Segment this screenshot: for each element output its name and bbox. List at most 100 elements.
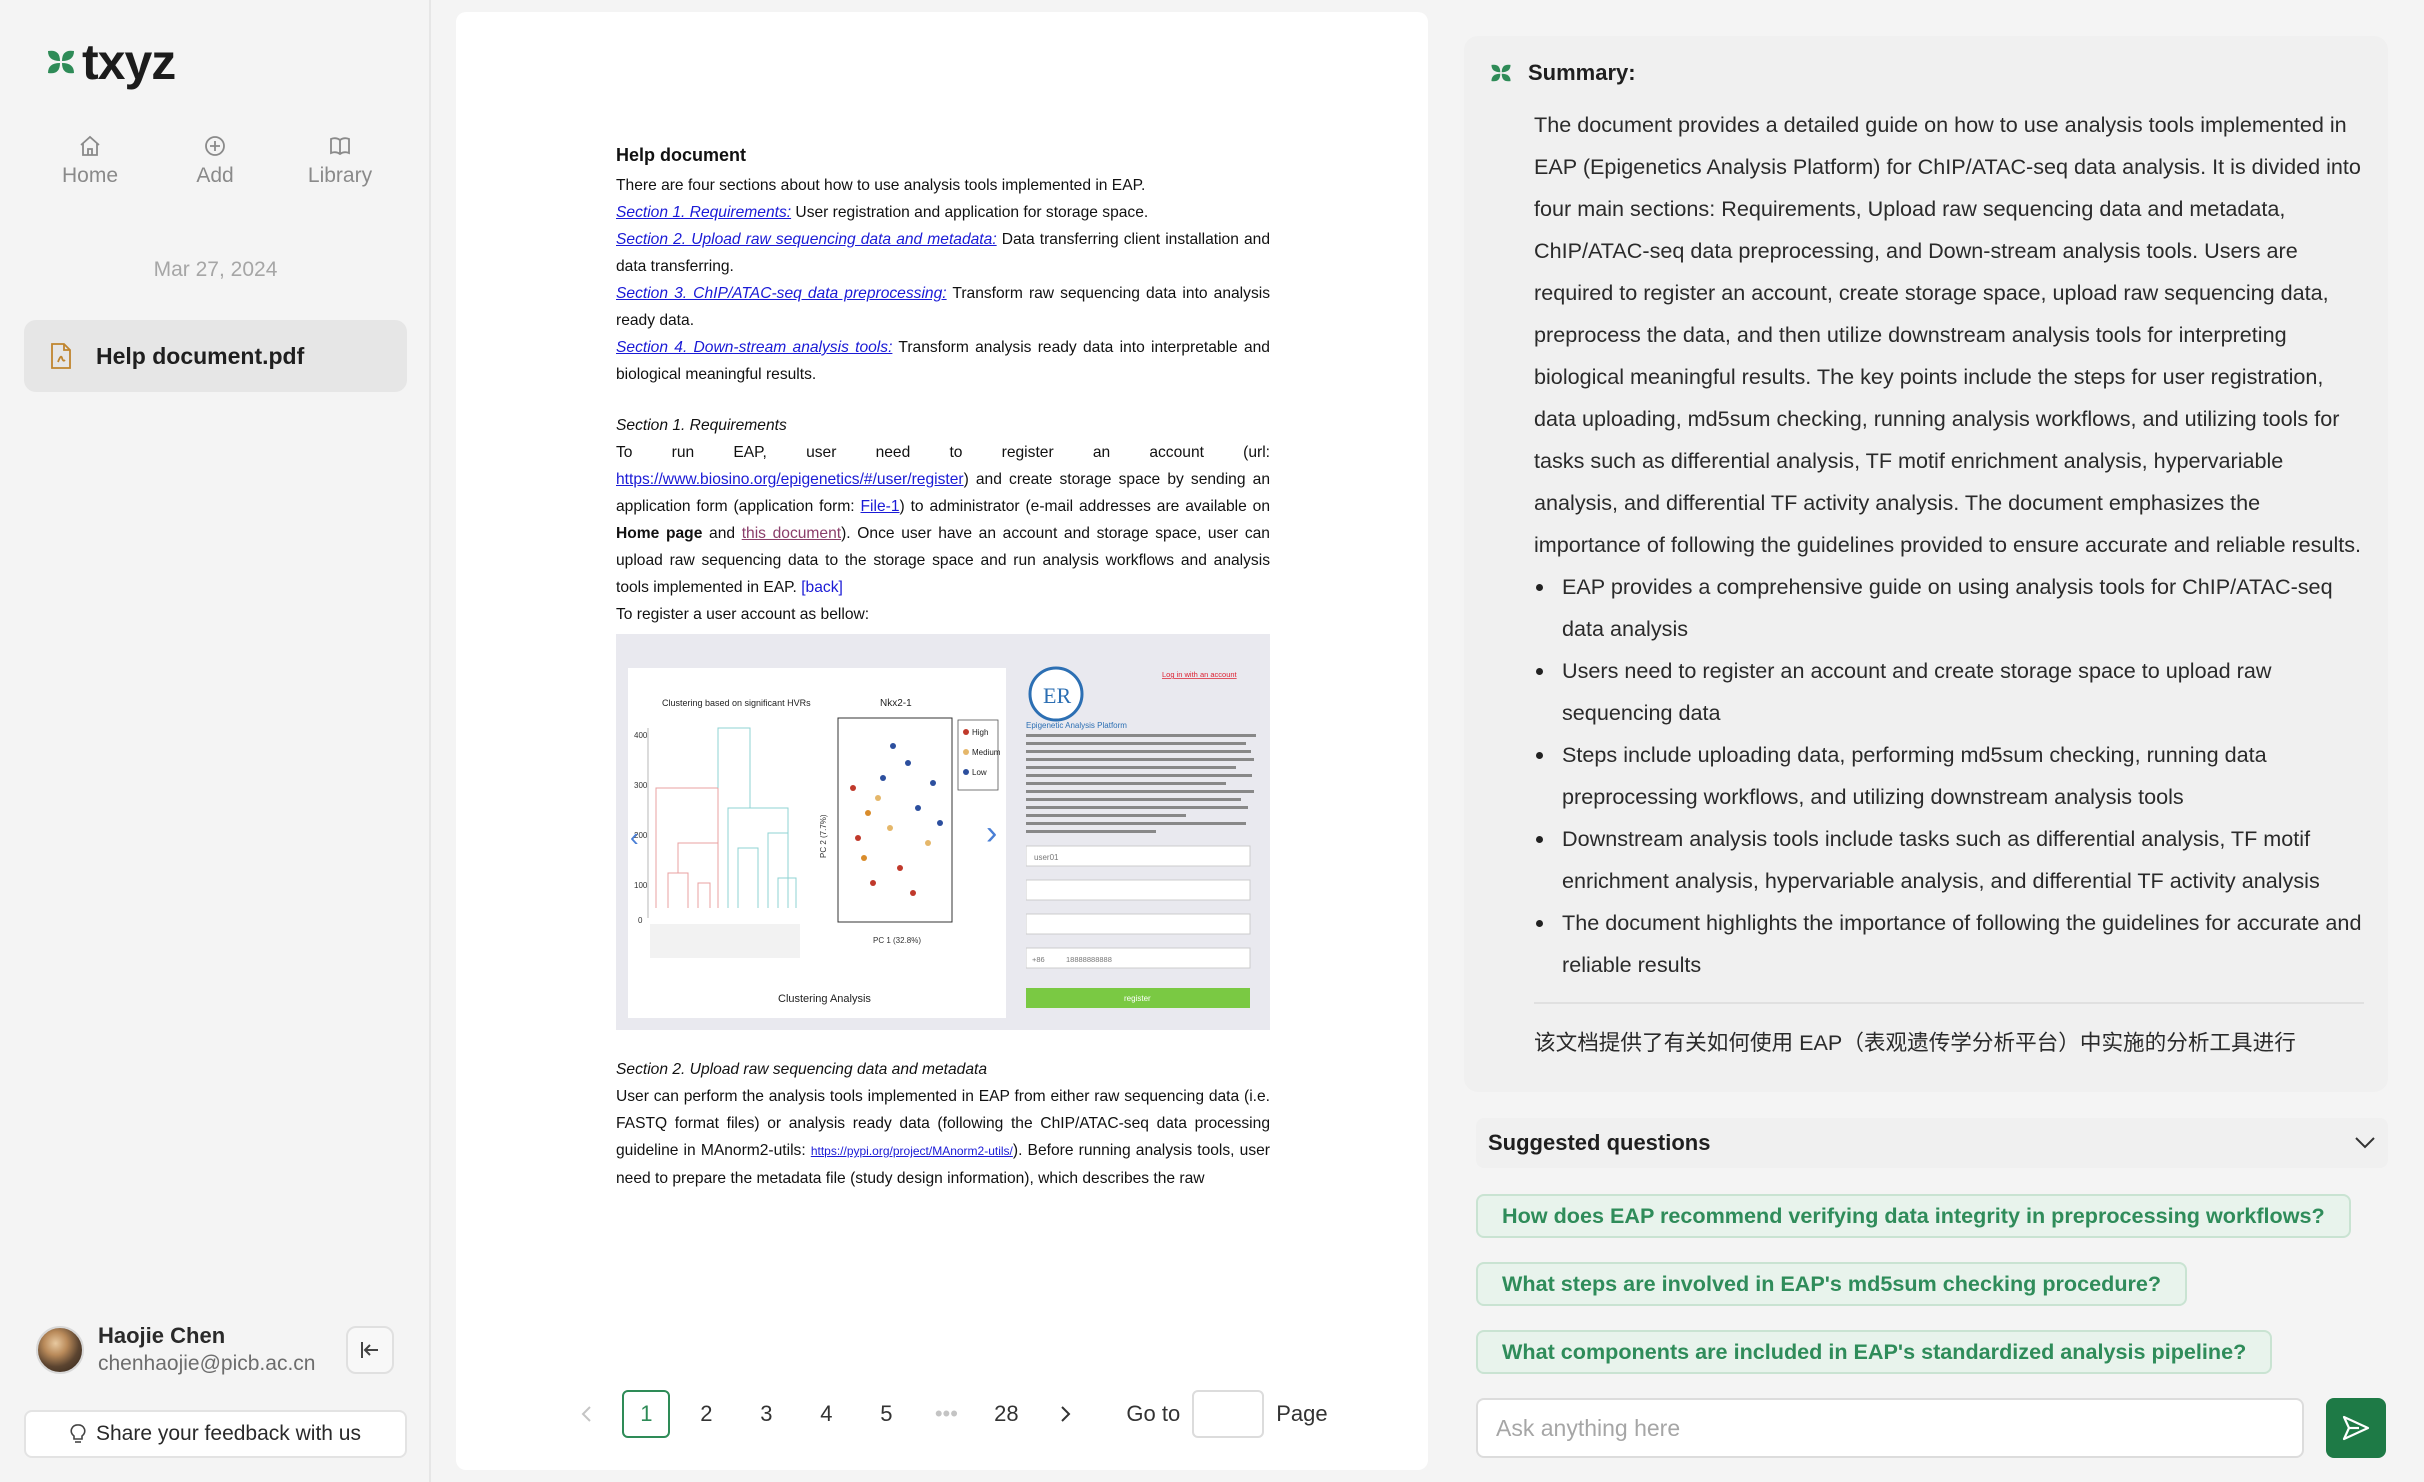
toc-link-1[interactable]: Section 1. Requirements:	[616, 204, 791, 221]
send-button[interactable]	[2326, 1398, 2386, 1458]
pagination: 1 2 3 4 5 ••• 28 Go to Page	[552, 1382, 1332, 1446]
summary-header: Summary:	[1490, 60, 1636, 86]
intro-text: There are four sections about how to use…	[616, 177, 1146, 194]
page-button-28[interactable]: 28	[976, 1390, 1036, 1438]
form-phone-prefix: +86	[1032, 955, 1045, 964]
legend-dot-medium	[963, 749, 969, 755]
feedback-button[interactable]: Share your feedback with us	[24, 1410, 407, 1458]
toc-item-3: Section 3. ChIP/ATAC-seq data preprocess…	[616, 280, 1270, 334]
app-logo[interactable]: txyz	[46, 34, 176, 90]
collapse-sidebar-button[interactable]	[346, 1326, 394, 1374]
form-username-value: user01	[1034, 853, 1059, 862]
register-instruction: To register a user account as bellow:	[616, 606, 870, 623]
book-icon	[330, 137, 350, 156]
dendrogram-red	[655, 787, 719, 908]
chevron-down-icon	[2355, 1137, 2375, 1149]
platform-description	[1026, 734, 1256, 833]
pdf-file-icon	[51, 343, 71, 369]
document-name: Help document.pdf	[96, 342, 305, 369]
toc-link-4[interactable]: Section 4. Down-stream analysis tools:	[616, 339, 892, 356]
pca-y-label: PC 2 (7.7%)	[819, 814, 828, 858]
prev-page-button[interactable]	[556, 1390, 616, 1438]
user-email: chenhaojie@picb.ac.cn	[98, 1352, 316, 1375]
suggested-question-chip[interactable]: How does EAP recommend verifying data in…	[1476, 1194, 2351, 1238]
page-button-4[interactable]: 4	[796, 1390, 856, 1438]
summary-title: Summary:	[1528, 60, 1636, 85]
page-button-1[interactable]: 1	[622, 1390, 671, 1438]
summary-panel[interactable]: Summary: The document provides a detaile…	[1464, 36, 2388, 1092]
page-button-2[interactable]: 2	[676, 1390, 736, 1438]
back-link[interactable]: [back]	[801, 579, 843, 596]
pca-title: Nkx2-1	[880, 698, 912, 709]
logo-icon	[48, 50, 74, 74]
summary-body: The document provides a detailed guide o…	[1534, 104, 2364, 1064]
summary-bullet: EAP provides a comprehensive guide on us…	[1534, 566, 2364, 650]
page-button-3[interactable]: 3	[736, 1390, 796, 1438]
feedback-label: Share your feedback with us	[96, 1422, 361, 1445]
pdf-viewer[interactable]: Help document There are four sections ab…	[456, 12, 1428, 1470]
logo-text: txyz	[82, 34, 176, 90]
summary-bullet: The document highlights the importance o…	[1534, 902, 2364, 986]
left-figure-title: Clustering based on significant HVRs	[662, 698, 811, 708]
pca-plot-frame	[837, 717, 953, 923]
dendro-tick: 300	[634, 781, 648, 790]
next-page-button[interactable]	[1036, 1390, 1096, 1438]
date-group-label: Mar 27, 2024	[153, 258, 278, 281]
suggested-question-chip[interactable]: What steps are involved in EAP's md5sum …	[1476, 1262, 2188, 1306]
manorm2-link[interactable]: https://pypi.org/project/MAnorm2-utils/	[811, 1144, 1013, 1158]
carousel-next-icon[interactable]: ›	[986, 816, 997, 850]
carousel-prev-icon[interactable]: ‹	[630, 824, 639, 851]
page-ellipsis[interactable]: •••	[916, 1390, 976, 1438]
goto-page-input[interactable]	[1192, 1390, 1265, 1438]
nav-home-label: Home	[61, 164, 119, 187]
figure-carousel: Clustering based on significant HVRs 400…	[616, 634, 1270, 1030]
clustering-chart: Clustering based on significant HVRs 400…	[634, 698, 1001, 1005]
form-phone-value: 18888888888	[1066, 955, 1112, 964]
dendrogram-cyan	[717, 727, 797, 908]
suggested-questions-toggle[interactable]: Suggested questions	[1476, 1118, 2388, 1168]
suggested-question-chip[interactable]: What components are included in EAP's st…	[1476, 1330, 2273, 1374]
goto-label: Go to	[1126, 1401, 1181, 1426]
toc-link-2[interactable]: Section 2. Upload raw sequencing data an…	[616, 231, 997, 248]
summary-bullet: Users need to register an account and cr…	[1534, 650, 2364, 734]
plus-circle-icon	[205, 136, 225, 156]
home-icon	[80, 135, 100, 156]
form-phone	[1025, 947, 1251, 969]
nav-home[interactable]: Home	[30, 134, 150, 188]
chat-input[interactable]	[1476, 1398, 2304, 1458]
legend-dot-high	[963, 729, 969, 735]
summary-bullets: EAP provides a comprehensive guide on us…	[1534, 566, 2364, 986]
pca-points	[850, 743, 943, 896]
form-username	[1025, 845, 1251, 867]
page-button-5[interactable]: 5	[856, 1390, 916, 1438]
toc-text-1: User registration and application for st…	[791, 204, 1149, 221]
dendro-tick: 100	[634, 881, 648, 890]
this-document-link[interactable]: this document	[742, 525, 841, 542]
legend-high: High	[972, 728, 988, 737]
section-2-body: User can perform the analysis tools impl…	[616, 1083, 1270, 1192]
register-url-link[interactable]: https://www.biosino.org/epigenetics/#/us…	[616, 471, 964, 488]
pca-x-label: PC 1 (32.8%)	[873, 936, 921, 945]
file-1-link[interactable]: File-1	[861, 498, 900, 515]
document-list-item[interactable]: Help document.pdf	[24, 320, 407, 392]
sec1-text-a: To run EAP, user need to register an acc…	[616, 444, 1270, 461]
section-1-title: Section 1. Requirements	[616, 417, 787, 434]
nav-add[interactable]: Add	[155, 134, 275, 188]
summary-bullet: Downstream analysis tools include tasks …	[1534, 818, 2364, 902]
user-profile[interactable]: Haojie Chen chenhaojie@picb.ac.cn	[36, 1322, 315, 1378]
toc-link-3[interactable]: Section 3. ChIP/ATAC-seq data preprocess…	[616, 285, 947, 302]
summary-bullet: Steps include uploading data, performing…	[1534, 734, 2364, 818]
nav-library[interactable]: Library	[280, 134, 400, 188]
nav-library-label: Library	[307, 164, 373, 187]
summary-divider	[1534, 1002, 2364, 1004]
summary-chinese: 该文档提供了有关如何使用 EAP（表观遗传学分析平台）中实施的分析工具进行	[1534, 1030, 2296, 1055]
main-nav: Home Add Library	[30, 134, 400, 188]
login-link: Log in with an account	[1162, 670, 1238, 679]
sidebar: txyz Home Add Library Mar 27, 2024 Help …	[0, 0, 431, 1482]
user-name: Haojie Chen	[98, 1323, 226, 1348]
home-page-text: Home page	[616, 525, 703, 542]
pdf-page: Help document There are four sections ab…	[616, 142, 1270, 1192]
register-form-screenshot: ER Log in with an account Epigenetic Ana…	[1025, 664, 1260, 1020]
toc-item-2: Section 2. Upload raw sequencing data an…	[616, 226, 1270, 280]
dendro-tick: 0	[638, 916, 643, 925]
